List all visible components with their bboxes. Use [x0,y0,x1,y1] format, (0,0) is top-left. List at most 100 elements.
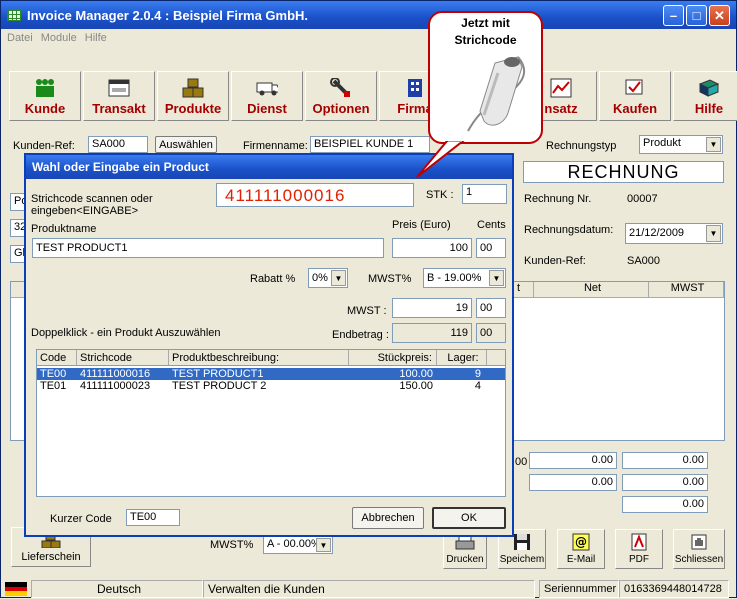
abbrechen-button[interactable]: Abbrechen [352,507,424,529]
toolbar-transakt-button[interactable]: Transakt [83,71,155,121]
col-barcode[interactable]: Strichcode [77,350,169,366]
table-row[interactable]: TE01 411111000023 TEST PRODUCT 2 150.00 … [37,380,505,392]
toolbar-optionen-button[interactable]: Optionen [305,71,377,121]
table-row[interactable]: TE00 411111000016 TEST PRODUCT1 100.00 9 [37,368,505,380]
totals-mwst-value: 0.00 [622,452,708,469]
preis-cents-input[interactable]: 00 [476,238,506,258]
building-icon [404,78,426,98]
pdf-icon [631,533,647,554]
toolbar-dienst-button[interactable]: Dienst [231,71,303,121]
barcode-label-2: eingeben<EINGABE> [31,205,139,217]
email-icon: @ [572,533,590,554]
dialog-mwst-select[interactable]: B - 19.00% ▼ [423,268,506,288]
auswahlen-button[interactable]: Auswählen [155,136,217,153]
toolbar-hilfe-button[interactable]: Hilfe [673,71,737,121]
grid-header-qty: t [514,282,534,298]
kunden-ref2-value: SA000 [627,255,661,267]
endbetrag-cents-field: 00 [476,323,506,343]
rechnungsdatum-label: Rechnungsdatum: [524,224,614,236]
callout-pointer [416,141,465,178]
col-description[interactable]: Produktbeschreibung: [169,350,349,366]
rechnungstyp-select[interactable]: Produkt ▼ [639,135,723,154]
maximize-button[interactable]: □ [686,5,707,26]
window-icon [108,78,130,98]
endbetrag-field: 119 [392,323,472,343]
main-window: Invoice Manager 2.0.4 : Beispiel Firma G… [0,0,737,598]
menu-bar: Datei Module Hilfe [1,29,736,47]
toolbar-kaufen-button[interactable]: Kaufen [599,71,671,121]
list-hint: Doppelklick - ein Produkt Auszuwählen [31,327,221,339]
barcode-input[interactable]: 411111000016 [216,183,414,207]
boxes-icon [182,78,204,98]
window-title: Invoice Manager 2.0.4 : Beispiel Firma G… [27,7,309,23]
chevron-down-icon: ▼ [489,270,504,286]
preis-label: Preis (Euro) [392,219,451,231]
chevron-down-icon: ▼ [316,538,331,552]
rabatt-select[interactable]: 0% ▼ [308,268,348,288]
rechnung-nr-label: Rechnung Nr. [524,193,592,205]
firmenname-label: Firmenname: [243,140,308,152]
toolbar-kunde-button[interactable]: Kunde [9,71,81,121]
toolbar-produkte-button[interactable]: Produkte [157,71,229,121]
chevron-down-icon: ▼ [706,225,721,242]
grid-header-mwst: MWST [649,282,724,298]
printer-icon [455,535,475,554]
firmenname-field[interactable]: BEISPIEL KUNDE 1 [310,136,430,153]
endbetrag-label: Endbetrag : [332,329,389,341]
status-bar: Deutsch Verwalten die Kunden Seriennumme… [1,579,736,599]
hand-icon [690,533,708,554]
col-filler [487,350,505,366]
toolbar: Kunde Transakt Produkte Dienst Optionen … [9,71,737,121]
col-price[interactable]: Stückpreis: [349,350,437,366]
callout-line-2: Strichcode [454,33,517,47]
chart-icon [550,78,572,98]
col-stock[interactable]: Lager: [437,350,487,366]
kunden-ref-field[interactable]: SA000 [88,136,148,153]
status-message: Verwalten die Kunden [203,580,535,598]
barcode-scanner-icon [467,56,525,132]
rechnungstyp-label: Rechnungstyp [546,140,617,152]
rechnung-nr-value: 00007 [627,193,658,205]
kurzer-code-input[interactable]: TE00 [126,509,180,526]
kunden-ref-label: Kunden-Ref: [13,140,75,152]
cents-label: Cents [477,219,506,231]
main-mwst-label: MWST% [210,539,254,551]
app-grid-icon [7,9,21,21]
totals-net-value-2: 0.00 [529,474,617,491]
main-mwst-select[interactable]: A - 00.00% ▼ [263,536,333,554]
status-serial-label: Seriennummer [539,580,619,598]
chevron-down-icon: ▼ [331,270,346,286]
stk-input[interactable]: 1 [462,184,507,204]
produktname-label: Produktname [31,223,97,235]
people-icon [34,78,56,98]
totals-mwst-value-2: 0.00 [622,474,708,491]
van-icon [256,78,278,98]
status-language: Deutsch [31,580,203,598]
preis-input[interactable]: 100 [392,238,472,258]
menu-datei[interactable]: Datei [7,32,33,44]
produktname-input[interactable]: TEST PRODUCT1 [32,238,384,258]
ok-button[interactable]: OK [432,507,506,529]
rechnung-title: RECHNUNG [523,161,724,183]
book-icon [698,78,720,98]
schliessen-button[interactable]: Schliessen [673,529,725,569]
rechnungsdatum-picker[interactable]: 21/12/2009 ▼ [625,223,723,244]
menu-hilfe[interactable]: Hilfe [85,32,107,44]
chevron-down-icon: ▼ [706,137,721,152]
svg-text:@: @ [575,535,587,549]
product-list[interactable]: Code Strichcode Produktbeschreibung: Stü… [36,349,506,497]
status-serial-value: 0163369448014728 [619,580,729,598]
col-code[interactable]: Code [37,350,77,366]
pdf-button[interactable]: PDF [615,529,663,569]
minimize-button[interactable]: – [663,5,684,26]
kurzer-code-label: Kurzer Code [50,513,112,525]
email-button[interactable]: @ E-Mail [557,529,605,569]
totals-net-value: 0.00 [529,452,617,469]
wrench-icon [330,78,352,98]
mwst-amount-label: MWST : [347,305,387,317]
totals-grand-value: 0.00 [622,496,708,513]
callout-line-1: Jetzt mit [461,16,510,30]
close-button[interactable]: ✕ [709,5,730,26]
stk-label: STK : [426,189,454,201]
menu-module[interactable]: Module [41,32,77,44]
